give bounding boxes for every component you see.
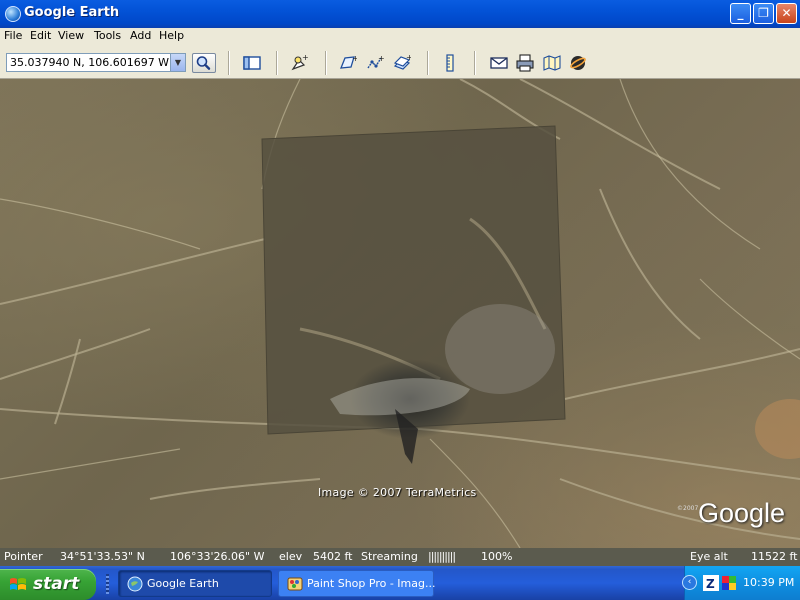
menu-edit[interactable]: Edit — [30, 29, 51, 42]
svg-text:+: + — [302, 54, 308, 62]
streaming-progress-bar: |||||||||| — [428, 550, 456, 563]
google-earth-app-icon[interactable] — [5, 6, 21, 22]
placemark-add-icon[interactable]: + — [290, 54, 308, 72]
pointer-longitude: 106°33'26.06" W — [170, 550, 265, 563]
status-bar: Pointer 34°51'33.53" N 106°33'26.06" W e… — [0, 548, 800, 566]
paint-shop-pro-icon — [287, 577, 303, 591]
path-add-icon[interactable]: + — [366, 54, 384, 72]
network-flag-icon[interactable] — [721, 575, 737, 591]
search-dropdown-button[interactable]: ▼ — [170, 54, 185, 71]
minimize-icon: _ — [737, 6, 744, 20]
task-label: Google Earth — [147, 577, 219, 590]
taskbar-item-paint-shop-pro[interactable]: Paint Shop Pro - Imag... — [278, 570, 436, 597]
satellite-imagery — [0, 79, 800, 548]
map-icon[interactable] — [543, 54, 561, 72]
sky-icon[interactable] — [569, 54, 587, 72]
zonealarm-icon[interactable]: Z — [703, 575, 719, 591]
map-view[interactable]: Image © 2007 TerraMetrics ©2007 Google — [0, 79, 800, 548]
toolbar-separator — [228, 51, 230, 75]
start-button[interactable]: start — [0, 569, 96, 600]
toolbar-separator — [325, 51, 327, 75]
menu-view[interactable]: View — [58, 29, 84, 42]
google-earth-icon — [127, 576, 143, 592]
menu-tools[interactable]: Tools — [94, 29, 121, 42]
logo-year: ©2007 — [677, 505, 699, 512]
svg-text:Z: Z — [706, 577, 715, 591]
close-button[interactable]: ✕ — [776, 3, 797, 24]
show-hidden-icons-button[interactable]: ‹ — [682, 575, 697, 590]
chevron-down-icon: ▼ — [174, 58, 182, 67]
taskbar-item-google-earth[interactable]: Google Earth — [118, 570, 272, 597]
system-tray: ‹ Z 10:39 PM — [682, 566, 800, 600]
restore-button[interactable]: ❐ — [753, 3, 774, 24]
search-button[interactable] — [192, 53, 216, 73]
email-icon[interactable] — [490, 54, 508, 72]
restore-icon: ❐ — [758, 6, 769, 20]
google-logo: Google — [698, 498, 786, 528]
svg-text:+: + — [378, 54, 384, 63]
window-title: Google Earth — [24, 5, 120, 20]
chevron-left-icon: ‹ — [687, 577, 692, 587]
eye-alt-label: Eye alt — [690, 550, 728, 563]
toolbar-separator — [427, 51, 429, 75]
taskbar: start Google Earth Paint Shop Pro - Imag… — [0, 566, 800, 600]
close-icon: ✕ — [781, 6, 792, 20]
toolbar-separator — [474, 51, 476, 75]
svg-text:+: + — [406, 54, 411, 62]
toolbar-separator — [276, 51, 278, 75]
search-icon — [196, 56, 211, 70]
start-label: start — [33, 574, 80, 594]
ruler-icon[interactable] — [441, 54, 459, 72]
svg-text:+: + — [352, 54, 357, 63]
polygon-add-icon[interactable]: + — [339, 54, 357, 72]
eye-alt-value: 11522 ft — [751, 550, 798, 563]
elevation-value: 5402 ft — [313, 550, 353, 563]
imagery-copyright: Image © 2007 TerraMetrics — [318, 486, 477, 499]
streaming-label: Streaming — [361, 550, 418, 563]
print-icon[interactable] — [516, 54, 534, 72]
overlay-add-icon[interactable]: + — [393, 54, 411, 72]
pointer-label: Pointer — [4, 550, 43, 563]
pointer-latitude: 34°51'33.53" N — [60, 550, 145, 563]
menu-bar: File Edit View Tools Add Help — [0, 28, 800, 46]
elevation-label: elev — [279, 550, 303, 563]
toolbar: 35.037940 N, 106.601697 W ▼ + + + + — [0, 46, 800, 79]
taskbar-grip[interactable] — [106, 574, 109, 594]
windows-logo-icon — [10, 578, 26, 590]
task-label: Paint Shop Pro - Imag... — [307, 577, 436, 590]
search-input[interactable]: 35.037940 N, 106.601697 W — [6, 53, 186, 72]
minimize-button[interactable]: _ — [730, 3, 751, 24]
menu-help[interactable]: Help — [159, 29, 184, 42]
menu-file[interactable]: File — [4, 29, 22, 42]
streaming-percent: 100% — [481, 550, 513, 563]
title-bar[interactable]: Google Earth _ ❐ ✕ — [0, 0, 800, 28]
sidebar-toggle-icon[interactable] — [243, 54, 261, 72]
menu-add[interactable]: Add — [130, 29, 151, 42]
clock[interactable]: 10:39 PM — [743, 576, 794, 589]
